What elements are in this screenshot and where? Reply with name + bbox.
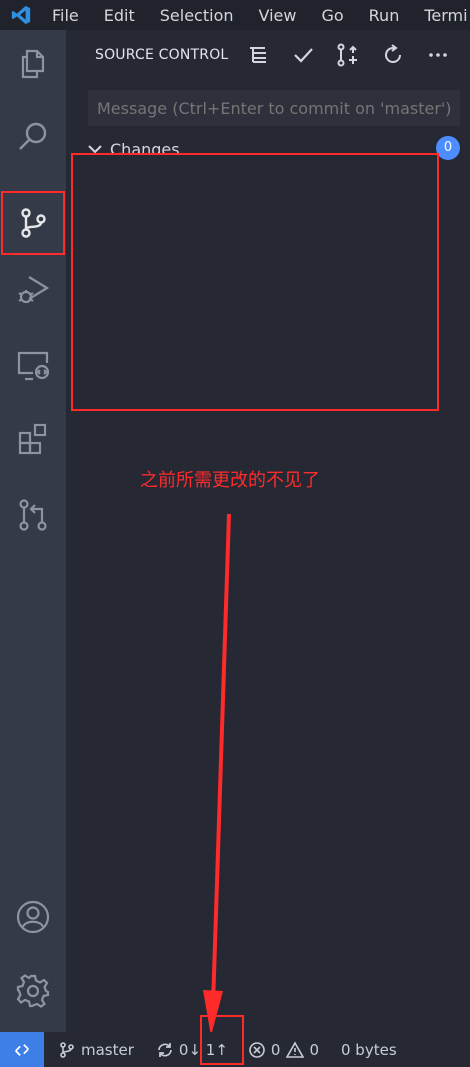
check-icon (294, 48, 313, 63)
menu-selection[interactable]: Selection (160, 6, 234, 25)
panel-toolbar (244, 30, 469, 80)
panel-title: SOURCE CONTROL (95, 47, 229, 63)
branch-indicator[interactable]: master (58, 1041, 134, 1059)
activity-explorer[interactable] (0, 30, 66, 96)
pull-request-create-icon (337, 43, 357, 67)
error-count: 0 (270, 1040, 281, 1059)
activity-source-control[interactable] (0, 190, 66, 256)
remote-icon (15, 1043, 29, 1056)
create-pull-request-button[interactable] (334, 41, 362, 69)
menu-bar: File Edit Selection View Go Run Termi (0, 0, 470, 30)
more-actions-button[interactable] (424, 41, 452, 69)
branch-name: master (81, 1040, 134, 1059)
menu-terminal[interactable]: Termi (424, 6, 467, 25)
activity-pull-requests[interactable] (0, 482, 66, 548)
refresh-icon (385, 44, 401, 63)
annotation-box-sync (200, 1015, 244, 1065)
activity-manage[interactable] (0, 958, 66, 1024)
search-icon (19, 122, 47, 150)
warning-count: 0 (309, 1040, 319, 1059)
commit-message-input[interactable] (88, 90, 460, 126)
activity-extensions[interactable] (0, 406, 66, 472)
warning-icon (286, 1040, 305, 1058)
activity-bar (0, 30, 66, 1032)
settings-gear-icon (16, 974, 50, 1008)
problems-indicator[interactable]: 0 0 (248, 1041, 319, 1059)
changes-count-badge: 0 (436, 136, 460, 160)
remote-indicator[interactable] (0, 1032, 44, 1067)
annotation-text: 之前所需更改的不见了 (140, 470, 320, 491)
activity-remote-explorer[interactable] (0, 332, 66, 398)
activity-search[interactable] (0, 104, 66, 170)
menu-file[interactable]: File (52, 6, 79, 25)
explorer-icon (21, 49, 45, 79)
annotation-box-changes (71, 153, 439, 411)
menu-view[interactable]: View (259, 6, 297, 25)
menu-run[interactable]: Run (369, 6, 400, 25)
ellipsis-icon (429, 53, 447, 57)
tree-view-icon (250, 47, 266, 63)
run-debug-icon (18, 276, 50, 304)
activity-accounts[interactable] (0, 884, 66, 950)
view-as-tree-button[interactable] (244, 41, 272, 69)
activity-run-debug[interactable] (0, 256, 66, 322)
account-icon (16, 900, 50, 934)
menu-go[interactable]: Go (321, 6, 343, 25)
file-size: 0 bytes (341, 1040, 397, 1059)
sync-icon (158, 1042, 172, 1057)
vscode-logo-icon[interactable] (10, 4, 32, 26)
git-branch-icon (60, 1041, 74, 1058)
commit-button[interactable] (289, 41, 317, 69)
source-control-icon (21, 208, 46, 238)
pull-requests-icon (19, 499, 47, 531)
menu-edit[interactable]: Edit (104, 6, 135, 25)
refresh-button[interactable] (379, 41, 407, 69)
extensions-icon (18, 423, 47, 455)
remote-explorer-icon (17, 351, 50, 381)
file-size-indicator: 0 bytes (341, 1041, 397, 1059)
error-icon (249, 1041, 265, 1058)
